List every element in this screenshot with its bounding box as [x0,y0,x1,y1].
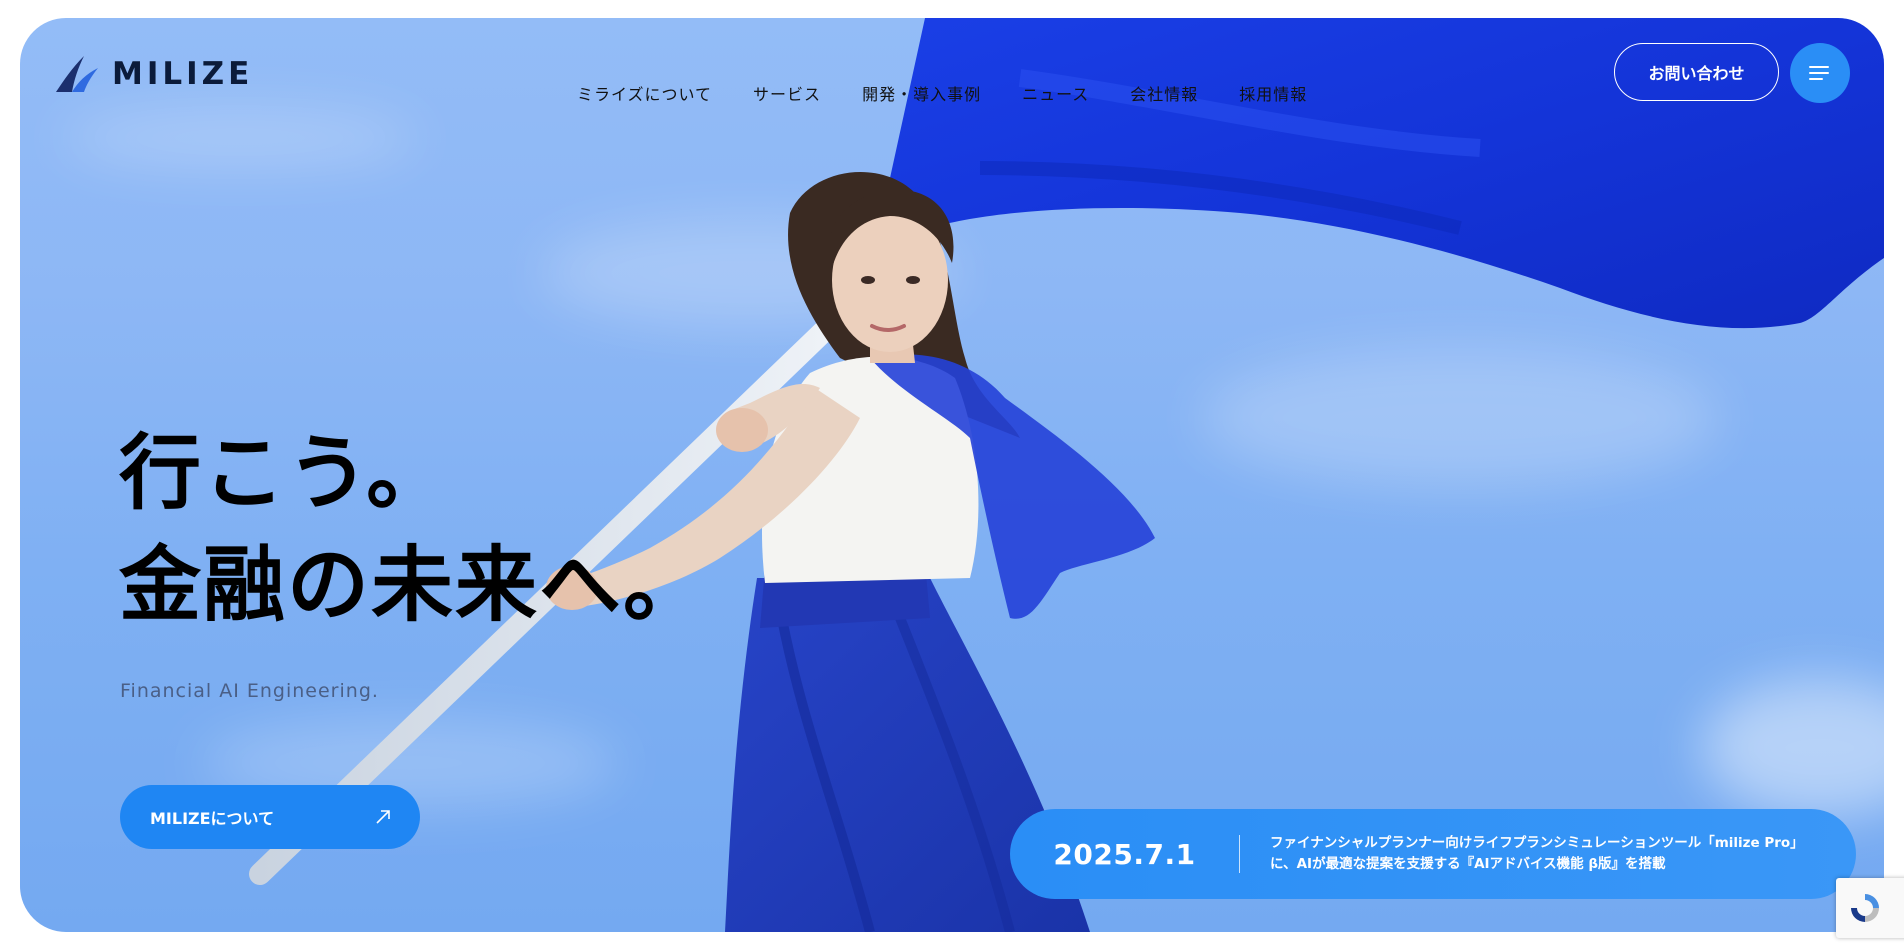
news-headline-line-1: ファイナンシャルプランナー向けライフプランシミュレーションツール「milize … [1270,835,1804,851]
contact-button[interactable]: お問い合わせ [1614,43,1779,101]
arrow-up-right-icon [376,810,390,824]
brand-name: MILIZE [112,56,254,92]
nav-item-cases[interactable]: 開発・導入事例 [862,81,981,105]
about-button-label: MILIZEについて [150,809,275,828]
recaptcha-icon [1851,894,1879,922]
news-bar[interactable]: 2025.7.1 ファイナンシャルプランナー向けライフプランシミュレーションツー… [1010,809,1856,899]
nav-item-services[interactable]: サービス [753,81,821,105]
nav-item-news[interactable]: ニュース [1022,81,1089,105]
milize-logo-mark-icon [56,56,98,92]
recaptcha-badge[interactable] [1836,878,1904,938]
nav-item-recruit[interactable]: 採用情報 [1239,81,1307,105]
news-date: 2025.7.1 [1053,837,1196,871]
hamburger-menu-icon [1809,66,1829,80]
contact-button-label: お問い合わせ [1648,64,1745,83]
news-headline-line-2: に、AIが最適な提案を支援する『AIアドバイス機能 β版』を搭載 [1270,856,1666,872]
global-nav: ミライズについて サービス 開発・導入事例 ニュース 会社情報 採用情報 [577,81,1307,105]
hero-section: MILIZE ミライズについて サービス 開発・導入事例 ニュース 会社情報 採… [20,18,1884,932]
hero-tagline: Financial AI Engineering. [120,680,379,702]
headline-line-1: 行こう。 [119,426,451,521]
hero-headline: 行こう。 金融の未来へ。 [119,418,707,642]
news-divider [1239,835,1240,873]
menu-button[interactable] [1790,43,1850,103]
site-logo[interactable]: MILIZE [54,52,253,96]
news-headline: ファイナンシャルプランナー向けライフプランシミュレーションツール「milize … [1270,833,1810,875]
about-milize-button[interactable]: MILIZEについて [120,785,420,849]
nav-item-company[interactable]: 会社情報 [1130,81,1198,105]
headline-line-2: 金融の未来へ。 [119,538,708,633]
nav-item-about[interactable]: ミライズについて [577,81,712,105]
